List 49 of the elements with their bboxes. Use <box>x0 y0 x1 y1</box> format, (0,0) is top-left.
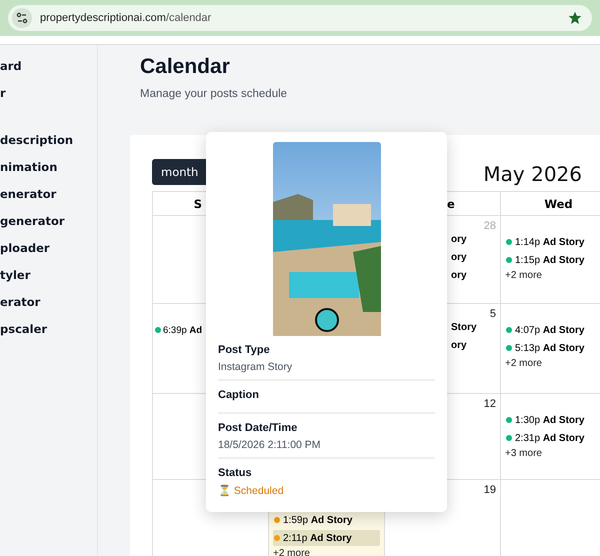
more-events-link[interactable]: +2 more <box>505 270 600 284</box>
calendar-event[interactable]: 1:30p Ad Story <box>505 412 600 428</box>
field-label: Post Type <box>218 344 271 356</box>
weekday-header: S <box>194 196 202 210</box>
page-subtitle: Manage your posts schedule <box>140 88 288 100</box>
field-value: Instagram Story <box>218 361 294 373</box>
calendar-event[interactable]: 4:07p Ad Story <box>505 322 600 338</box>
field-label: Post Date/Time <box>218 422 298 434</box>
calendar-event[interactable]: 1:15p Ad Story <box>505 252 600 268</box>
calendar-event[interactable]: ory <box>451 340 496 356</box>
site-settings-icon[interactable] <box>12 8 32 28</box>
sidebar-item[interactable]: tyler <box>0 268 97 295</box>
more-events-link[interactable]: +2 more <box>273 548 380 556</box>
sidebar-item[interactable]: description <box>0 133 97 160</box>
calendar-event[interactable]: Story <box>451 322 496 338</box>
sidebar-item[interactable]: enerator <box>0 187 97 214</box>
calendar-event[interactable]: 1:14p Ad Story <box>505 234 600 250</box>
calendar-event[interactable]: 5:13p Ad Story <box>505 340 600 356</box>
field-value: 18/5/2026 2:11:00 PM <box>218 439 322 451</box>
weekday-header: Wed <box>544 196 573 210</box>
sidebar-item[interactable]: pscaler <box>0 322 97 349</box>
calendar-event[interactable]: ory <box>451 252 496 268</box>
calendar-event[interactable]: 6:39p Ad <box>154 322 264 338</box>
address-bar[interactable]: propertydescriptionai.com/calendar <box>8 5 592 31</box>
more-events-link[interactable]: +2 more <box>505 358 600 372</box>
sidebar-item[interactable]: generator <box>0 214 97 241</box>
page-title: Calendar <box>140 55 231 79</box>
bookmark-star-icon[interactable] <box>568 11 582 25</box>
day-number: 5 <box>488 308 496 322</box>
calendar-event[interactable]: ory <box>451 234 496 250</box>
field-label: Caption <box>218 389 260 401</box>
sidebar-item[interactable]: erator <box>0 295 97 322</box>
day-number: 12 <box>482 398 496 412</box>
calendar-event[interactable]: 2:31p Ad Story <box>505 430 600 446</box>
calendar-period-title: May 2026 <box>483 162 582 186</box>
calendar-event[interactable]: 2:11p Ad Story <box>273 530 380 546</box>
weekday-header: e <box>447 196 455 210</box>
day-number: 19 <box>482 484 496 498</box>
sidebar-item[interactable]: ard <box>0 59 97 86</box>
sidebar-item[interactable]: ploader <box>0 241 97 268</box>
calendar-event[interactable]: 1:59p Ad Story <box>273 512 380 528</box>
sidebar-item[interactable]: nimation <box>0 160 97 187</box>
status-value: Scheduled <box>234 485 284 497</box>
field-label: Status <box>218 467 253 479</box>
more-events-link[interactable]: +3 more <box>505 448 600 462</box>
hourglass-icon: ⏳ <box>218 485 231 497</box>
day-number: 28 <box>482 220 496 234</box>
sidebar-item[interactable]: r <box>0 86 97 113</box>
calendar-event[interactable]: ory <box>451 270 496 286</box>
